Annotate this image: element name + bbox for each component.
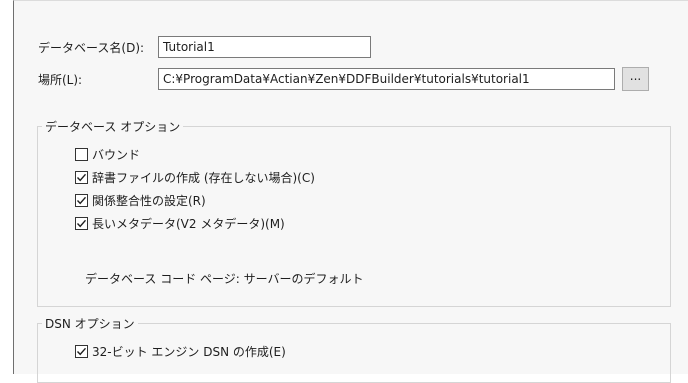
create-dictionary-checkbox[interactable]: 辞書ファイルの作成 (存在しない場合)(C) bbox=[75, 169, 315, 186]
create-dsn-label: 32-ビット エンジン DSN の作成(E) bbox=[92, 343, 286, 360]
dsn-options-title: DSN オプション bbox=[42, 315, 138, 332]
database-name-label: データベース名(D): bbox=[38, 39, 144, 56]
code-page-text: データベース コード ページ: サーバーのデフォルト bbox=[85, 270, 364, 287]
checkmark-icon bbox=[75, 171, 88, 184]
checkmark-icon bbox=[75, 217, 88, 230]
browse-button[interactable]: ... bbox=[622, 67, 649, 91]
create-dsn-checkbox[interactable]: 32-ビット エンジン DSN の作成(E) bbox=[75, 343, 286, 360]
database-options-title: データベース オプション bbox=[42, 118, 183, 135]
checkmark-icon bbox=[75, 345, 88, 358]
bound-checkbox[interactable]: バウンド bbox=[75, 146, 140, 163]
checkbox-icon bbox=[75, 148, 88, 161]
long-metadata-checkbox[interactable]: 長いメタデータ(V2 メタデータ)(M) bbox=[75, 215, 285, 232]
relational-integrity-checkbox[interactable]: 関係整合性の設定(R) bbox=[75, 192, 206, 209]
location-label: 場所(L): bbox=[38, 71, 82, 88]
bound-label: バウンド bbox=[92, 146, 140, 163]
location-input[interactable]: C:¥ProgramData¥Actian¥Zen¥DDFBuilder¥tut… bbox=[158, 68, 615, 90]
checkmark-icon bbox=[75, 194, 88, 207]
create-dictionary-label: 辞書ファイルの作成 (存在しない場合)(C) bbox=[92, 169, 315, 186]
database-name-input[interactable]: Tutorial1 bbox=[158, 36, 371, 58]
long-metadata-label: 長いメタデータ(V2 メタデータ)(M) bbox=[92, 215, 285, 232]
relational-integrity-label: 関係整合性の設定(R) bbox=[92, 192, 206, 209]
